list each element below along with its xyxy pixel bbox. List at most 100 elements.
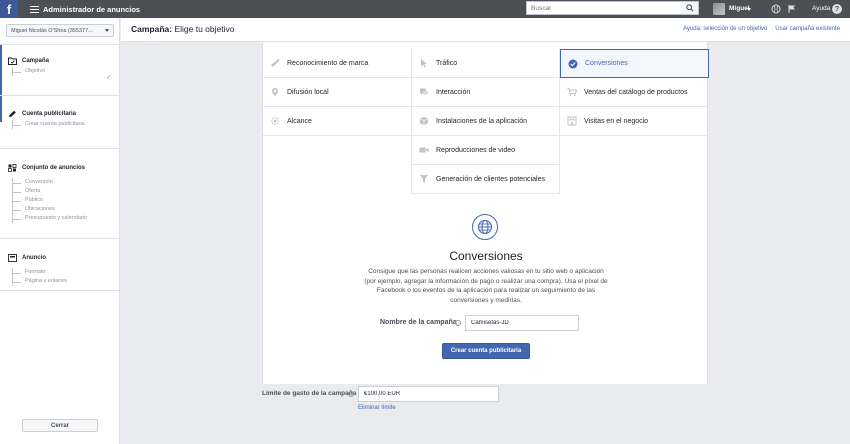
sidebar-section-ad-account[interactable]: Cuenta publicitaria [8, 110, 76, 118]
account-select[interactable]: Miguel Nicolás O'Shea (355377... [6, 24, 114, 37]
box-icon [419, 116, 429, 126]
page-title: Campaña: Elige tu objetivo [131, 24, 234, 34]
sidebar-tree-ad-set: Conversión Oferta Público Ubicaciones Pr… [12, 178, 87, 223]
divider [0, 238, 120, 239]
remove-limit-link[interactable]: Eliminar límite [358, 405, 396, 411]
header-links: Ayuda: selección de un objetivo Usar camp… [683, 26, 840, 32]
divider [0, 95, 120, 96]
chevron-down-icon[interactable] [747, 8, 751, 11]
speech-bubbles-icon [419, 87, 429, 97]
objective-label: Difusión local [287, 88, 329, 96]
pencil-icon [8, 110, 17, 118]
sidebar-section-label: Anuncio [22, 255, 46, 261]
search-button[interactable] [681, 1, 699, 15]
help-icon[interactable]: ? [832, 4, 842, 14]
funnel-icon [419, 174, 429, 184]
app-title[interactable]: Administrador de anuncios [43, 5, 140, 14]
objective-lead-generation[interactable]: Generación de clientes potenciales [411, 165, 560, 194]
objective-label: Alcance [287, 117, 312, 125]
page-header: Campaña: Elige tu objetivo Ayuda: selecc… [121, 18, 850, 42]
objective-detail-title: Conversiones [449, 249, 523, 263]
search-icon [685, 4, 694, 12]
megaphone-icon [270, 58, 280, 68]
check-icon: ✓ [106, 74, 112, 81]
objective-reach[interactable]: Alcance [263, 107, 411, 136]
divider [0, 148, 120, 149]
objective-label: Reconocimiento de marca [287, 59, 369, 67]
active-section-indicator [0, 45, 2, 122]
sidebar-section-campaign[interactable]: Campaña [8, 57, 49, 65]
sidebar-item-publico[interactable]: Público [13, 196, 87, 205]
sidebar-section-ad-set[interactable]: Conjunto de anuncios [8, 164, 85, 172]
sidebar-item-formato[interactable]: Formato [13, 268, 67, 277]
objective-catalog-sales[interactable]: Ventas del catálogo de productos [560, 78, 709, 107]
cursor-icon [419, 58, 429, 68]
objective-label: Conversiones [585, 60, 628, 67]
use-existing-campaign-link[interactable]: Usar campaña existente [775, 26, 840, 32]
sidebar-tree-ad: Formato Página y enlaces [12, 268, 67, 286]
checkmark-circle-icon [568, 59, 578, 69]
globe-icon [472, 214, 498, 240]
sidebar-item-pagina-enlaces[interactable]: Página y enlaces [13, 277, 67, 286]
objective-label: Visitas en el negocio [584, 117, 649, 125]
sidebar-item-presupuesto[interactable]: Presupuesto y calendario [13, 214, 87, 223]
page-title-bold: Campaña: [131, 24, 173, 34]
spend-limit-label: Límite de gasto de la campaña [262, 390, 357, 397]
objective-brand-awareness[interactable]: Reconocimiento de marca [263, 49, 411, 78]
divider [0, 44, 120, 45]
flag-icon[interactable] [786, 3, 798, 15]
sidebar: Miguel Nicolás O'Shea (355377... Campaña… [0, 18, 120, 444]
sidebar-item-create-ad-account[interactable]: Crear cuenta publicitaria [13, 120, 85, 129]
objective-local-awareness[interactable]: Difusión local [263, 78, 411, 107]
objective-label: Tráfico [436, 59, 458, 67]
sidebar-section-label: Cuenta publicitaria [22, 111, 77, 117]
sidebar-section-label: Campaña [22, 58, 50, 64]
objective-detail-description: Consigue que las personas realicen accio… [364, 268, 608, 304]
campaign-name-input[interactable] [465, 315, 579, 331]
divider [0, 290, 120, 291]
objective-label: Interacción [436, 88, 471, 96]
folder-icon [8, 57, 17, 65]
avatar[interactable] [713, 3, 725, 15]
objective-label: Instalaciones de la aplicación [436, 117, 528, 125]
info-icon[interactable]: i [348, 391, 354, 397]
spend-limit-input[interactable] [358, 386, 499, 402]
sidebar-item-oferta[interactable]: Oferta [13, 187, 87, 196]
chevron-down-icon [105, 29, 109, 32]
sidebar-section-ad[interactable]: Anuncio [8, 254, 46, 262]
menu-icon[interactable] [30, 5, 39, 13]
grid-icon [8, 164, 17, 172]
close-button[interactable]: Cerrar [22, 419, 98, 432]
create-ad-account-button[interactable]: Crear cuenta publicitaria [442, 343, 530, 359]
video-camera-icon [419, 145, 429, 155]
reach-icon [270, 116, 280, 126]
store-icon [567, 116, 577, 126]
objective-label: Ventas del catálogo de productos [584, 88, 688, 96]
sidebar-section-label: Conjunto de anuncios [22, 165, 85, 171]
sidebar-tree-ad-account: Crear cuenta publicitaria [12, 120, 85, 129]
sidebar-item-conversion[interactable]: Conversión [13, 178, 87, 187]
facebook-logo-icon[interactable]: f [0, 0, 18, 18]
objective-conversions[interactable]: Conversiones [560, 49, 709, 78]
ad-icon [8, 254, 17, 262]
campaign-name-label: Nombre de la campaña [380, 319, 457, 326]
globe-icon[interactable] [770, 3, 782, 15]
info-icon[interactable]: i [455, 320, 461, 326]
objective-store-visits[interactable]: Visitas en el negocio [560, 107, 709, 136]
objective-label: Generación de clientes potenciales [436, 175, 545, 183]
objective-card: Reconocimiento de marca Tráfico Conversi… [262, 42, 709, 384]
objective-label: Reproducciones de video [436, 146, 515, 154]
location-pin-icon [270, 87, 280, 97]
sidebar-tree-campaign: Objetivo [12, 67, 45, 76]
objective-engagement[interactable]: Interacción [411, 78, 560, 107]
sidebar-item-objetivo[interactable]: Objetivo [13, 67, 45, 76]
search-input[interactable] [526, 1, 699, 15]
sidebar-item-ubicaciones[interactable]: Ubicaciones [13, 205, 87, 214]
objective-traffic[interactable]: Tráfico [411, 49, 560, 78]
shopping-cart-icon [567, 87, 577, 97]
objective-video-views[interactable]: Reproducciones de video [411, 136, 560, 165]
objective-app-installs[interactable]: Instalaciones de la aplicación [411, 107, 560, 136]
help-objective-link[interactable]: Ayuda: selección de un objetivo [683, 26, 767, 32]
account-select-label: Miguel Nicolás O'Shea (355377... [11, 27, 93, 34]
help-label[interactable]: Ayuda [812, 3, 830, 15]
